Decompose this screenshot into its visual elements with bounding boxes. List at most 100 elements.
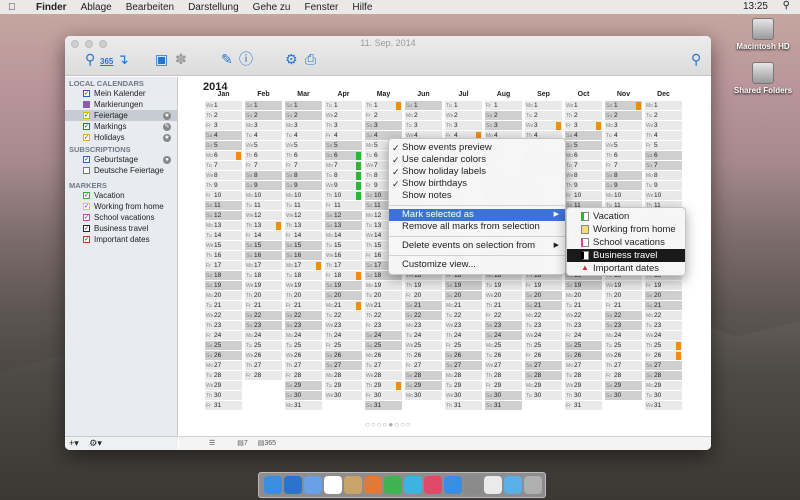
day-cell[interactable]: Fr 3 [565,121,602,131]
sidebar-item-feiertage[interactable]: ✓ Feiertage ★ [65,110,177,121]
checkbox-checked-icon[interactable]: ✓ [83,123,90,130]
day-cell[interactable]: Tu 29 [325,381,362,391]
add-event-icon[interactable]: ▣ [155,50,168,68]
day-cell[interactable]: Tu18 [245,271,282,281]
day-cell[interactable]: Tu 11 [245,201,282,211]
day-cell[interactable]: Su 9 [605,181,642,191]
day-cell[interactable]: Tu 26 [485,351,522,361]
day-cell[interactable]: Fr 19 [525,281,562,291]
day-cell[interactable]: Mo27 [565,361,602,371]
day-cell[interactable]: Tu9 [645,181,682,191]
day-cell[interactable]: We26 [285,351,322,361]
sidebar-section-local-calendars[interactable]: LOCAL CALENDARS [65,77,177,88]
day-cell[interactable]: Mo24 [245,331,282,341]
day-cell[interactable]: Mo10 [245,191,282,201]
day-cell[interactable]: Th 24 [325,331,362,341]
sidebar-item-deutsche-feiertage[interactable]: Deutsche Feiertage [65,165,177,176]
day-cell[interactable]: Sa 20 [645,291,682,301]
day-cell[interactable]: Th 3 [445,121,482,131]
day-cell[interactable]: Su 5 [205,141,242,151]
day-cell[interactable]: Mo28 [445,371,482,381]
menu-gehe-zu[interactable]: Gehe zu [253,2,291,13]
day-cell[interactable]: Sa 25 [205,341,242,351]
year-view-button[interactable]: 365 [100,50,113,68]
dock-contacts-icon[interactable] [344,476,362,494]
day-cell[interactable]: Su 28 [525,371,562,381]
submenu-item-working-from-home[interactable]: Working from home [567,223,685,236]
day-cell[interactable]: Su 26 [565,351,602,361]
day-cell[interactable]: Fr 2 [365,111,402,121]
day-cell[interactable]: Tu 30 [645,391,682,401]
day-cell[interactable]: Sa 22 [245,311,282,321]
day-cell[interactable]: Th 25 [525,341,562,351]
day-cell[interactable]: We27 [485,361,522,371]
star-badge-icon[interactable]: ★ [163,112,171,120]
day-cell[interactable]: Th13 [245,221,282,231]
day-cell[interactable]: Th 20 [285,291,322,301]
day-cell[interactable]: Tu 19 [485,281,522,291]
day-cell[interactable]: Tu 21 [565,301,602,311]
day-cell[interactable]: We10 [645,191,682,201]
list-icon[interactable]: ☰ [209,440,215,447]
day-cell[interactable]: Fr 4 [325,131,362,141]
day-cell[interactable]: Fr17 [205,261,242,271]
dock-facetime-icon[interactable] [384,476,402,494]
sidebar-item-holidays[interactable]: ✓ Holidays ★ [65,132,177,143]
checkbox-checked-icon[interactable]: ✓ [83,225,90,232]
day-cell[interactable]: Mo17 [245,261,282,271]
day-cell[interactable]: Fr 27 [405,361,442,371]
menu-clock[interactable]: 13:25 [743,1,768,12]
day-cell[interactable]: Tu 7 [565,161,602,171]
day-cell[interactable]: Fr 20 [405,291,442,301]
edit-badge-icon[interactable]: ✎ [163,123,171,131]
day-cell[interactable]: Tu 2 [525,111,562,121]
day-cell[interactable]: Mo25 [485,341,522,351]
day-cell[interactable]: Sa 22 [285,311,322,321]
day-cell[interactable]: Sa 31 [365,401,402,411]
day-cell[interactable]: Su 20 [445,291,482,301]
checkbox-checked-icon[interactable]: ✓ [83,134,90,141]
day-cell[interactable]: Sa 8 [245,171,282,181]
day-cell[interactable]: Tu 24 [405,331,442,341]
day-cell[interactable]: Tu 25 [245,341,282,351]
day-cell[interactable]: Th 9 [565,181,602,191]
checkbox-checked-icon[interactable]: ✓ [83,192,90,199]
day-cell[interactable]: Sa12 [325,211,362,221]
day-cell[interactable]: We3 [645,121,682,131]
day-cell[interactable]: Th13 [285,221,322,231]
menu-bearbeiten[interactable]: Bearbeiten [126,2,174,13]
day-cell[interactable]: Tu 21 [205,301,242,311]
day-cell[interactable]: Fr 1 [485,101,522,111]
sidebar-item-school-vacations[interactable]: ✓ School vacations [65,212,177,223]
day-cell[interactable]: Sa 1 [245,101,282,111]
day-cell[interactable]: Th 30 [565,391,602,401]
day-cell[interactable]: Mo8 [645,171,682,181]
day-cell[interactable]: We29 [205,381,242,391]
day-cell[interactable]: Su 25 [365,341,402,351]
day-cell[interactable]: We30 [445,391,482,401]
day-cell[interactable]: Sa15 [285,241,322,251]
submenu-item-school-vacations[interactable]: School vacations [567,236,685,249]
day-cell[interactable]: Su16 [245,251,282,261]
day-cell[interactable]: Sa 8 [605,171,642,181]
today-arrow-icon[interactable]: ↴ [117,50,129,68]
dock-app-store-icon[interactable] [444,476,462,494]
desktop-icon-macintosh-hd[interactable]: Macintosh HD [728,18,798,51]
day-cell[interactable]: Su 23 [245,321,282,331]
day-cell[interactable]: Th 29 [365,381,402,391]
day-cell[interactable]: We19 [245,281,282,291]
day-cell[interactable]: Sa15 [245,241,282,251]
day-cell[interactable]: Fr 30 [365,391,402,401]
dock-photos-icon[interactable] [364,476,382,494]
day-cell[interactable]: Sa 27 [645,361,682,371]
day-cell[interactable]: We19 [285,281,322,291]
day-cell[interactable]: Fr 10 [205,191,242,201]
day-cell[interactable]: Tu 22 [325,311,362,321]
day-cell[interactable]: Su7 [645,161,682,171]
day-cell[interactable]: Fr 10 [565,191,602,201]
day-cell[interactable]: We15 [205,241,242,251]
day-cell[interactable]: Sa6 [645,151,682,161]
sidebar-item-working-from-home[interactable]: ✓ Working from home [65,201,177,212]
day-cell[interactable]: Sa 3 [365,121,402,131]
dock-messages-icon[interactable] [404,476,422,494]
